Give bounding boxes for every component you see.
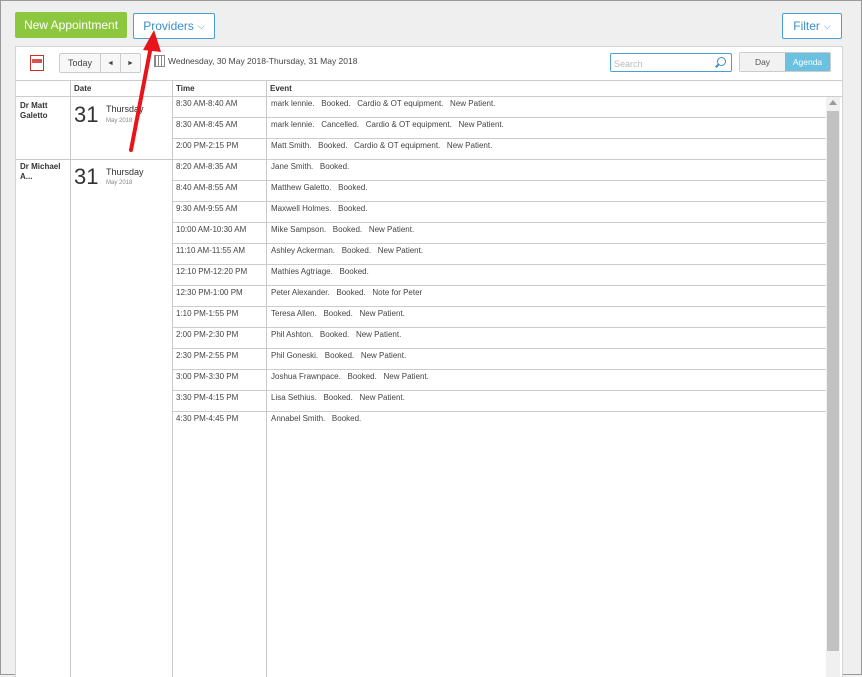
table-row[interactable]: 12:30 PM-1:00 PM Peter Alexander. Booked.… [173,285,826,307]
view-day-button[interactable]: Day [740,53,785,71]
event-cell[interactable]: Teresa Allen. Booked. New Patient. [271,309,405,318]
search-input[interactable] [611,57,712,71]
date-month: May 2018 [106,180,133,186]
event-cell[interactable]: Maxwell Holmes. Booked. [271,204,367,213]
time-cell: 8:40 AM-8:55 AM [176,183,238,192]
time-cell: 2:00 PM-2:15 PM [176,141,239,150]
date-weekday: Thursday [106,104,144,114]
time-cell: 2:00 PM-2:30 PM [176,330,239,339]
providers-label: Providers [143,19,194,33]
calendar-icon[interactable] [154,55,165,67]
table-row[interactable]: 3:00 PM-3:30 PM Joshua Frawnpace. Booked.… [173,369,826,391]
time-column-header: Time [176,84,195,93]
event-cell[interactable]: Phil Goneski. Booked. New Patient. [271,351,406,360]
app-frame: New Appointment Providers ⌵ Filter ⌵ Tod… [0,0,862,677]
new-appointment-button[interactable]: New Appointment [15,12,127,38]
time-cell: 12:10 PM-12:20 PM [176,267,248,276]
event-cell[interactable]: Mike Sampson. Booked. New Patient. [271,225,414,234]
event-cell[interactable]: Matt Smith. Booked. Cardio & OT equipmen… [271,141,492,150]
event-cell[interactable]: Jane Smith. Booked. [271,162,349,171]
table-row[interactable]: 2:30 PM-2:55 PM Phil Goneski. Booked. New… [173,348,826,370]
event-cell[interactable]: Peter Alexander. Booked. Note for Peter [271,288,422,297]
next-button[interactable]: ► [121,54,140,72]
prev-button[interactable]: ◄ [101,54,121,72]
time-cell: 10:00 AM-10:30 AM [176,225,247,234]
event-cell[interactable]: Ashley Ackerman. Booked. New Patient. [271,246,423,255]
table-row[interactable]: 8:40 AM-8:55 AM Matthew Galetto. Booked. [173,180,826,202]
agenda-panel: Today ◄ ► Wednesday, 30 May 2018-Thursda… [15,46,843,677]
view-agenda-button[interactable]: Agenda [785,53,830,71]
pdf-icon[interactable] [30,55,44,71]
date-weekday: Thursday [106,167,144,177]
search-icon[interactable] [717,57,726,66]
filter-label: Filter [793,19,820,33]
date-month: May 2018 [106,118,133,124]
table-row[interactable]: 11:10 AM-11:55 AM Ashley Ackerman. Booked… [173,243,826,265]
search-box[interactable] [610,53,732,72]
time-cell: 3:00 PM-3:30 PM [176,372,239,381]
time-cell: 11:10 AM-11:55 AM [176,246,246,255]
provider-name: Dr Michael A... [20,162,61,181]
time-cell: 3:30 PM-4:15 PM [176,393,239,402]
group-divider [16,159,173,160]
date-range-label: Wednesday, 30 May 2018-Thursday, 31 May … [168,56,358,66]
event-column-header: Event [270,84,292,93]
chevron-down-icon: ⌵ [823,20,831,31]
table-row[interactable]: 2:00 PM-2:15 PM Matt Smith. Booked. Cardi… [173,138,826,160]
time-cell: 2:30 PM-2:55 PM [176,351,239,360]
event-cell[interactable]: Mathies Agtriage. Booked. [271,267,369,276]
column-divider [70,80,71,677]
vertical-scrollbar[interactable] [826,97,840,677]
providers-button[interactable]: Providers ⌵ [133,13,215,39]
scrollbar-thumb[interactable] [827,111,839,651]
scroll-up-arrow-icon[interactable] [829,100,837,105]
time-cell: 1:10 PM-1:55 PM [176,309,239,318]
table-row[interactable]: 9:30 AM-9:55 AM Maxwell Holmes. Booked. [173,201,826,223]
table-row[interactable]: 8:20 AM-8:35 AM Jane Smith. Booked. [173,159,826,181]
agenda-header-row: Date Time Event [16,80,842,97]
table-row[interactable]: 4:30 PM-4:45 PM Annabel Smith. Booked. [173,411,826,432]
time-cell: 9:30 AM-9:55 AM [176,204,238,213]
date-day-number: 31 [74,102,99,127]
date-column-header: Date [74,84,92,93]
event-cell[interactable]: mark lennie. Cancelled. Cardio & OT equi… [271,120,504,129]
table-row[interactable]: 2:00 PM-2:30 PM Phil Ashton. Booked. New … [173,327,826,349]
event-cell[interactable]: Lisa Sethius. Booked. New Patient. [271,393,405,402]
event-cell[interactable]: Phil Ashton. Booked. New Patient. [271,330,401,339]
event-cell[interactable]: Matthew Galetto. Booked. [271,183,368,192]
time-cell: 8:20 AM-8:35 AM [176,162,238,171]
date-day-number: 31 [74,164,99,189]
chevron-down-icon: ⌵ [197,20,205,31]
time-cell: 12:30 PM-1:00 PM [176,288,243,297]
table-row[interactable]: 8:30 AM-8:45 AM mark lennie. Cancelled. C… [173,117,826,139]
today-button[interactable]: Today [60,54,101,72]
agenda-toolbar: Today ◄ ► Wednesday, 30 May 2018-Thursda… [16,47,842,79]
event-cell[interactable]: Annabel Smith. Booked. [271,414,361,423]
event-cell[interactable]: mark lennie. Booked. Cardio & OT equipme… [271,99,495,108]
table-row[interactable]: 1:10 PM-1:55 PM Teresa Allen. Booked. New… [173,306,826,328]
time-cell: 8:30 AM-8:40 AM [176,99,238,108]
event-cell[interactable]: Joshua Frawnpace. Booked. New Patient. [271,372,429,381]
date-nav-group: Today ◄ ► [59,53,141,73]
table-row[interactable]: 10:00 AM-10:30 AM Mike Sampson. Booked. N… [173,222,826,244]
table-row[interactable]: 8:30 AM-8:40 AM mark lennie. Booked. Card… [173,96,826,118]
table-row[interactable]: 12:10 PM-12:20 PM Mathies Agtriage. Booke… [173,264,826,286]
provider-name: Dr Matt Galetto [20,101,48,120]
filter-button[interactable]: Filter ⌵ [782,13,842,39]
time-cell: 4:30 PM-4:45 PM [176,414,239,423]
agenda-grid: Date Time Event Dr Matt Galetto 31 Thurs… [16,80,842,677]
time-cell: 8:30 AM-8:45 AM [176,120,238,129]
table-row[interactable]: 3:30 PM-4:15 PM Lisa Sethius. Booked. New… [173,390,826,412]
view-switcher: Day Agenda [739,52,831,72]
